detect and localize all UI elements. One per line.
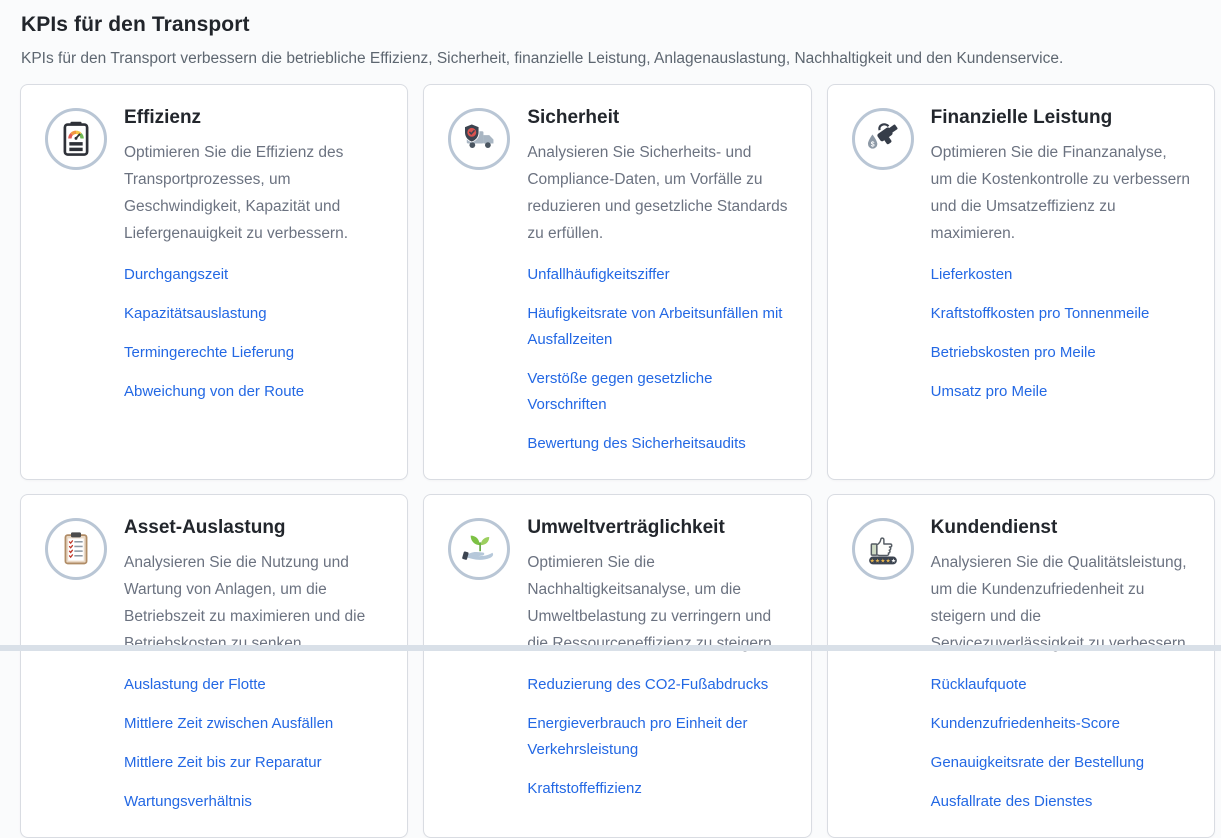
kpi-card-effizienz: Effizienz Optimieren Sie die Effizienz d… — [20, 84, 408, 480]
kpi-link-list: Lieferkosten Kraftstoffkosten pro Tonnen… — [931, 262, 1192, 405]
checklist-clipboard-icon — [56, 529, 96, 569]
icon-ring — [448, 518, 510, 580]
kpi-link-mittlere-zeit-ausfaelle[interactable]: Mittlere Zeit zwischen Ausfällen — [124, 711, 385, 737]
kpi-link-umsatz-meile[interactable]: Umsatz pro Meile — [931, 379, 1192, 405]
icon-ring — [45, 108, 107, 170]
truck-shield-icon — [459, 119, 499, 159]
kpi-card-finanzielle-leistung: $ Finanzielle Leistung Optimieren Sie di… — [827, 84, 1215, 480]
kpi-link-co2-fussabdruck[interactable]: Reduzierung des CO2-Fußabdrucks — [527, 672, 788, 698]
kpi-link-genauigkeitsrate-bestellung[interactable]: Genauigkeitsrate der Bestellung — [931, 750, 1192, 776]
kpi-link-durchgangszeit[interactable]: Durchgangszeit — [124, 262, 385, 288]
card-title: Finanzielle Leistung — [931, 107, 1192, 129]
gauge-clipboard-icon — [56, 119, 96, 159]
kpi-link-list: Unfallhäufigkeitsziffer Häufigkeitsrate … — [527, 262, 788, 457]
kpi-link-kapazitaetsauslastung[interactable]: Kapazitätsauslastung — [124, 301, 385, 327]
kpi-link-energieverbrauch-verkehrsleistung[interactable]: Energieverbrauch pro Einheit der Verkehr… — [527, 711, 788, 763]
kpi-link-auslastung-flotte[interactable]: Auslastung der Flotte — [124, 672, 385, 698]
kpi-link-ausfallrate-dienst[interactable]: Ausfallrate des Dienstes — [931, 789, 1192, 815]
card-title: Asset-Auslastung — [124, 517, 385, 539]
kpi-link-list: Rücklaufquote Kundenzufriedenheits-Score… — [931, 672, 1192, 815]
kpi-card-grid: Effizienz Optimieren Sie die Effizienz d… — [0, 84, 1221, 838]
kpi-link-wartungsverhaeltnis[interactable]: Wartungsverhältnis — [124, 789, 385, 815]
card-description: Optimieren Sie die Effizienz des Transpo… — [124, 139, 385, 247]
page-header: KPIs für den Transport KPIs für den Tran… — [0, 0, 1221, 69]
kpi-card-umweltvertraeglichkeit: Umweltverträglichkeit Optimieren Sie die… — [423, 494, 811, 838]
fuel-nozzle-dollar-icon: $ — [863, 119, 903, 159]
kpi-card-kundendienst: ★★★★★ Kundendienst Analysieren Sie die Q… — [827, 494, 1215, 838]
card-description: Analysieren Sie die Nutzung und Wartung … — [124, 549, 385, 657]
kpi-link-list: Auslastung der Flotte Mittlere Zeit zwis… — [124, 672, 385, 815]
svg-text:★★★★★: ★★★★★ — [869, 558, 896, 565]
kpi-link-list: Durchgangszeit Kapazitätsauslastung Term… — [124, 262, 385, 405]
kpi-link-kraftstoffeffizienz[interactable]: Kraftstoffeffizienz — [527, 776, 788, 802]
kpi-link-unfallhaeufigkeitsziffer[interactable]: Unfallhäufigkeitsziffer — [527, 262, 788, 288]
bottom-scrollbar-track[interactable] — [0, 645, 1221, 651]
card-title: Umweltverträglichkeit — [527, 517, 788, 539]
kpi-card-asset-auslastung: Asset-Auslastung Analysieren Sie die Nut… — [20, 494, 408, 838]
kpi-link-abweichung-route[interactable]: Abweichung von der Route — [124, 379, 385, 405]
kpi-link-ruecklaufquote[interactable]: Rücklaufquote — [931, 672, 1192, 698]
card-title: Kundendienst — [931, 517, 1192, 539]
kpi-card-sicherheit: Sicherheit Analysieren Sie Sicherheits- … — [423, 84, 811, 480]
icon-ring — [45, 518, 107, 580]
hand-seedling-icon — [459, 529, 499, 569]
kpi-link-verstoesse-vorschriften[interactable]: Verstöße gegen gesetzliche Vorschriften — [527, 366, 788, 418]
icon-ring: ★★★★★ — [852, 518, 914, 580]
thumbs-up-stars-icon: ★★★★★ — [863, 529, 903, 569]
kpi-link-kundenzufriedenheits-score[interactable]: Kundenzufriedenheits-Score — [931, 711, 1192, 737]
kpi-link-lieferkosten[interactable]: Lieferkosten — [931, 262, 1192, 288]
kpi-link-haeufigkeitsrate-arbeitsunfaelle[interactable]: Häufigkeitsrate von Arbeitsunfällen mit … — [527, 301, 788, 353]
kpi-link-kraftstoffkosten-tonnenmeile[interactable]: Kraftstoffkosten pro Tonnenmeile — [931, 301, 1192, 327]
card-description: Optimieren Sie die Nachhaltigkeitsanalys… — [527, 549, 788, 657]
svg-text:$: $ — [870, 142, 874, 149]
card-title: Sicherheit — [527, 107, 788, 129]
icon-ring — [448, 108, 510, 170]
page-title: KPIs für den Transport — [21, 13, 1201, 37]
card-description: Optimieren Sie die Finanzanalyse, um die… — [931, 139, 1192, 247]
kpi-link-list: Reduzierung des CO2-Fußabdrucks Energiev… — [527, 672, 788, 802]
card-title: Effizienz — [124, 107, 385, 129]
card-description: Analysieren Sie die Qualitätsleistung, u… — [931, 549, 1192, 657]
icon-ring: $ — [852, 108, 914, 170]
kpi-link-sicherheitsaudit[interactable]: Bewertung des Sicherheitsaudits — [527, 431, 788, 457]
kpi-link-termingerechte-lieferung[interactable]: Termingerechte Lieferung — [124, 340, 385, 366]
page-subtitle: KPIs für den Transport verbessern die be… — [21, 48, 1201, 69]
kpi-link-betriebskosten-meile[interactable]: Betriebskosten pro Meile — [931, 340, 1192, 366]
kpi-link-mittlere-zeit-reparatur[interactable]: Mittlere Zeit bis zur Reparatur — [124, 750, 385, 776]
card-description: Analysieren Sie Sicherheits- und Complia… — [527, 139, 788, 247]
